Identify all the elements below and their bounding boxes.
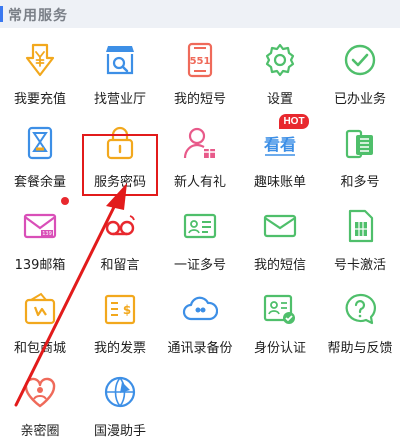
invoice-icon: $ [102,291,138,327]
heart-people-icon [22,374,58,410]
service-label: 身份认证 [253,341,306,356]
service-label: 139邮箱 [14,258,66,273]
service-id-verify[interactable]: 身份认证 [240,277,320,360]
fun-bill-icon: 看看 [262,125,298,161]
service-recharge[interactable]: 我要充值 [0,28,80,111]
hourglass-icon [22,125,58,161]
service-label: 和留言 [100,258,140,273]
service-label: 通讯录备份 [167,341,233,356]
service-label: 帮助与反馈 [327,341,393,356]
svg-text:139: 139 [42,231,52,237]
notification-dot [61,197,69,205]
service-one-id-multi[interactable]: 一证多号 [160,194,240,277]
service-label: 我的发票 [93,341,146,356]
contacts-cloud-icon [182,291,218,327]
service-label: 我要充值 [13,92,66,107]
id-verify-icon [262,291,298,327]
service-plan-balance[interactable]: 套餐余量 [0,111,80,194]
service-contacts-backup[interactable]: 通讯录备份 [160,277,240,360]
service-label: 一证多号 [173,258,226,273]
svg-text:看看: 看看 [263,135,296,154]
help-bubble-icon [342,291,378,327]
service-label: 新人有礼 [173,175,226,190]
hot-badge: HOT [279,114,309,129]
svg-text:$: $ [123,303,131,317]
service-139-mail[interactable]: 139 139邮箱 [0,194,80,277]
recharge-yen-icon [22,42,58,78]
service-label: 和包商城 [13,341,66,356]
user-gift-icon [182,125,218,161]
id-card-icon [182,208,218,244]
envelope-icon [262,208,298,244]
service-multi-number[interactable]: 和多号 [320,111,400,194]
store-search-icon [102,42,138,78]
service-label: 找营业厅 [93,92,146,107]
sim-phone-icon [342,125,378,161]
service-label: 我的短信 [253,258,306,273]
section-title: 常用服务 [8,8,68,24]
service-label: 我的短号 [173,92,226,107]
service-my-sms[interactable]: 我的短信 [240,194,320,277]
service-label: 和多号 [340,175,380,190]
service-grid: 我要充值 找营业厅 551 我的短号 设置 已办业务 套餐余量 服务密码 新人有… [0,28,400,442]
service-label: 套餐余量 [13,175,66,190]
phone-number-icon: 551 [182,42,218,78]
mail-139-icon: 139 [22,208,58,244]
roaming-globe-icon [102,374,138,410]
service-hebao-mall[interactable]: 和包商城 [0,277,80,360]
voicemail-icon [102,208,138,244]
service-label: 亲密圈 [20,424,60,439]
service-intimate-circle[interactable]: 亲密圈 [0,360,80,443]
service-label: 设置 [266,92,293,107]
gear-icon [262,42,298,78]
service-find-store[interactable]: 找营业厅 [80,28,160,111]
service-label: 号卡激活 [333,258,386,273]
section-header: 常用服务 [0,0,400,28]
section-accent-bar [0,6,3,22]
service-settings[interactable]: 设置 [240,28,320,111]
service-newcomer-gift[interactable]: 新人有礼 [160,111,240,194]
service-done-business[interactable]: 已办业务 [320,28,400,111]
service-voicemail[interactable]: 和留言 [80,194,160,277]
check-circle-icon [342,42,378,78]
highlight-box [82,134,158,196]
service-my-invoice[interactable]: $ 我的发票 [80,277,160,360]
service-help-feedback[interactable]: 帮助与反馈 [320,277,400,360]
service-short-number[interactable]: 551 我的短号 [160,28,240,111]
service-label: 国漫助手 [93,424,146,439]
service-label: 趣味账单 [253,175,306,190]
service-label: 已办业务 [333,92,386,107]
wallet-shop-icon [22,291,58,327]
sim-card-icon [342,208,378,244]
service-card-activation[interactable]: 号卡激活 [320,194,400,277]
svg-text:551: 551 [190,56,211,67]
service-roaming-assistant[interactable]: 国漫助手 [80,360,160,443]
